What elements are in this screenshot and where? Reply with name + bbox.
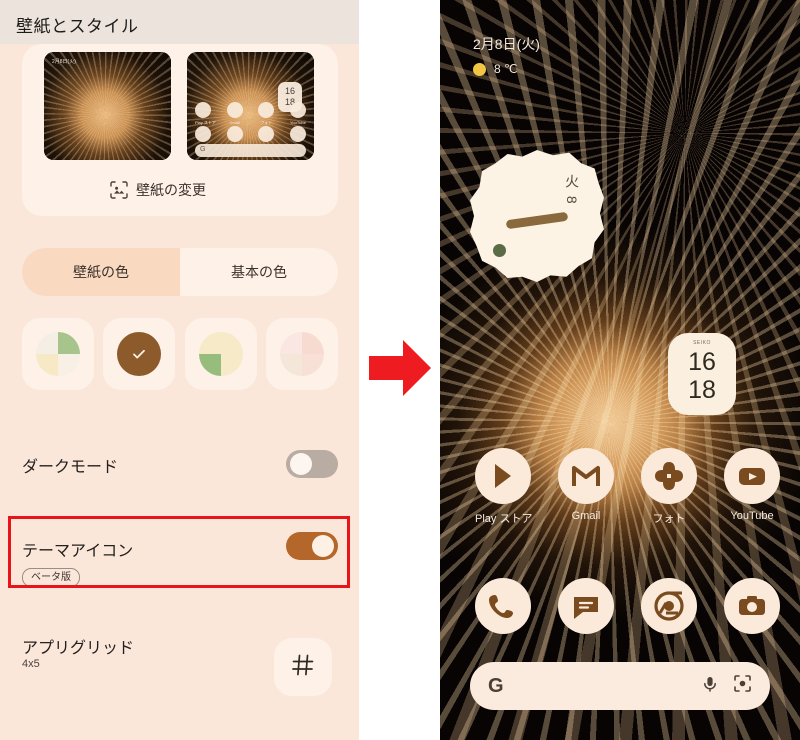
toggle-knob	[290, 453, 312, 475]
clock-brand-label: SEIKO	[693, 340, 711, 346]
chrome-icon	[641, 578, 697, 634]
color-swatch-row	[22, 318, 338, 390]
app-label: Play ストア	[475, 513, 533, 525]
app-phone[interactable]	[475, 578, 531, 634]
preview-app-label: YouTube	[290, 120, 306, 125]
google-search-bar[interactable]: G	[470, 662, 770, 710]
google-glyph: G	[488, 674, 504, 697]
grid-icon	[290, 652, 316, 683]
color-swatch-4[interactable]	[265, 318, 338, 390]
calendar-widget[interactable]: 火 8	[470, 150, 604, 282]
play-store-icon	[475, 448, 531, 504]
preview-app-row-1: Play ストア Gmail フォト YouTube	[195, 102, 306, 125]
clock-hours: 16	[688, 348, 716, 376]
clock-widget[interactable]: SEIKO 16 18	[668, 333, 736, 415]
app-label: YouTube	[730, 510, 774, 522]
mic-icon[interactable]	[701, 675, 719, 698]
app-label: Gmail	[571, 510, 601, 522]
clock-minutes: 18	[688, 376, 716, 404]
preview-app-icon: YouTube	[289, 102, 306, 125]
preview-app-icon-camera	[289, 126, 306, 142]
swatch-disc	[36, 332, 80, 376]
wallpaper-style-settings-panel: 壁紙とスタイル 2月8日(火) 16 18 Play ストア Gmail フォト …	[0, 0, 359, 740]
temperature-label: 8 ℃	[494, 62, 518, 76]
calendar-event-dot	[493, 244, 506, 257]
preview-app-row-2	[195, 126, 306, 142]
panel-header: 壁紙とスタイル	[0, 0, 359, 44]
app-chrome[interactable]	[641, 578, 697, 634]
page-title: 壁紙とスタイル	[16, 17, 139, 36]
photos-icon	[641, 448, 697, 504]
app-youtube[interactable]: YouTube	[724, 448, 780, 522]
color-source-tabs: 壁紙の色 基本の色	[22, 248, 338, 296]
dark-mode-toggle[interactable]	[286, 450, 338, 478]
tab-basic-colors-label: 基本の色	[231, 264, 287, 280]
preview-app-icon: Gmail	[226, 102, 243, 125]
red-right-arrow	[369, 340, 431, 396]
wallpaper-change-icon	[110, 181, 128, 199]
app-grid-button[interactable]	[274, 638, 332, 696]
phone-icon	[475, 578, 531, 634]
preview-search-bar: G	[195, 144, 306, 157]
calendar-day-label: 火 8	[564, 174, 580, 206]
dark-mode-label: ダークモード	[22, 459, 119, 476]
preview-app-label: Gmail	[229, 120, 240, 125]
preview-app-icon-chrome	[258, 126, 275, 142]
preview-app-icon-phone	[195, 126, 211, 142]
preview-lock-date: 2月8日(火)	[52, 59, 76, 65]
app-messages[interactable]	[558, 578, 614, 634]
sun-icon	[473, 62, 486, 76]
status-date: 2月8日(火)	[473, 36, 540, 52]
home-screen-preview[interactable]: 16 18 Play ストア Gmail フォト YouTube G	[187, 52, 314, 160]
app-play-store[interactable]: Play ストア	[475, 448, 533, 526]
preview-wallpaper-image	[44, 52, 171, 160]
color-swatch-3[interactable]	[184, 318, 257, 390]
messages-icon	[558, 578, 614, 634]
highlight-box	[8, 516, 350, 588]
app-photos[interactable]: フォト	[641, 448, 697, 526]
preview-app-icon-messages	[226, 126, 243, 142]
preview-app-icon: フォト	[258, 102, 275, 125]
wallpaper-change-label: 壁紙の変更	[136, 182, 206, 198]
swatch-disc	[198, 332, 243, 376]
weather-widget[interactable]: 8 ℃	[473, 62, 517, 76]
app-gmail[interactable]: Gmail	[558, 448, 614, 522]
youtube-icon	[724, 448, 780, 504]
color-swatch-2[interactable]	[103, 318, 176, 390]
gmail-icon	[558, 448, 614, 504]
swatch-disc	[279, 332, 324, 376]
preview-app-icon: Play ストア	[195, 102, 216, 125]
wallpaper-change-button[interactable]: 壁紙の変更	[110, 180, 206, 200]
check-icon	[132, 347, 146, 361]
lock-screen-preview[interactable]: 2月8日(火)	[44, 52, 171, 160]
color-swatch-1[interactable]	[22, 318, 94, 390]
preview-google-glyph: G	[200, 146, 206, 153]
app-camera[interactable]	[724, 578, 780, 634]
tab-wallpaper-colors[interactable]: 壁紙の色	[22, 248, 180, 296]
camera-icon	[724, 578, 780, 634]
tab-basic-colors[interactable]: 基本の色	[180, 248, 338, 296]
phone-home-screen: 2月8日(火) 8 ℃ 火 8 SEIKO 16 18 Play ストア Gma…	[440, 0, 800, 740]
lens-icon[interactable]	[733, 674, 752, 698]
app-grid-label: アプリグリッド	[22, 640, 135, 657]
app-label: フォト	[652, 513, 686, 525]
tab-wallpaper-colors-label: 壁紙の色	[73, 264, 129, 280]
app-grid-value: 4x5	[22, 658, 40, 670]
